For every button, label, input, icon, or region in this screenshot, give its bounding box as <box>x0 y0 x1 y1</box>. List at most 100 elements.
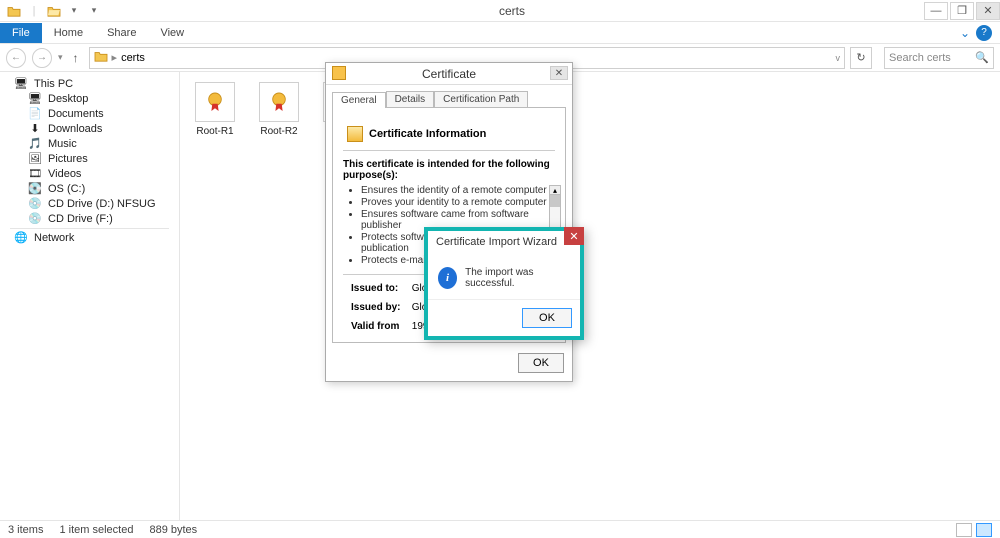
cd-icon: 💿 <box>28 212 42 226</box>
sidebar-this-pc[interactable]: 🖥 This PC <box>0 76 179 91</box>
qat-dropdown-icon[interactable]: ▾ <box>66 3 82 19</box>
search-input[interactable]: Search certs 🔍 <box>884 47 994 69</box>
status-size: 889 bytes <box>149 524 197 536</box>
qat-sep: | <box>26 3 42 19</box>
sidebar-item-cd-d[interactable]: 💿CD Drive (D:) NFSUG <box>0 196 179 211</box>
sidebar-network[interactable]: 🌐 Network <box>0 230 179 245</box>
status-selection: 1 item selected <box>59 524 133 536</box>
file-list[interactable]: Root-R1 Root-R2 Root-R3 <box>180 72 1000 520</box>
sidebar-item-cd-f[interactable]: 💿 CD Drive (F:) <box>0 211 179 226</box>
sidebar-item-desktop[interactable]: 🖥 Desktop <box>0 91 179 106</box>
forward-button[interactable]: → <box>32 48 52 68</box>
breadcrumb-current[interactable]: certs <box>121 52 145 64</box>
sidebar-item-label: OS (C:) <box>48 183 85 195</box>
cert-tab-details[interactable]: Details <box>386 91 435 107</box>
cert-title-icon <box>332 66 346 80</box>
refresh-button[interactable]: ↻ <box>850 47 872 69</box>
search-icon: 🔍 <box>975 51 989 64</box>
cert-tab-general[interactable]: General <box>332 92 386 108</box>
sidebar-item-label: Network <box>34 232 74 244</box>
wizard-body: i The import was successful. <box>428 253 580 299</box>
scroll-thumb[interactable] <box>550 195 560 207</box>
divider <box>343 150 555 151</box>
minimize-button[interactable]: — <box>924 2 948 20</box>
sidebar-item-downloads[interactable]: ⬇ Downloads <box>0 121 179 136</box>
folder-icon: 📄 <box>28 107 42 121</box>
import-wizard-dialog: Certificate Import Wizard ✕ i The import… <box>424 227 584 340</box>
sidebar-item-label: CD Drive (F:) <box>48 213 113 225</box>
folder-icon: ⬇ <box>28 122 42 136</box>
help-icon[interactable]: ? <box>976 25 992 41</box>
tab-share[interactable]: Share <box>95 23 148 43</box>
icons-view-button[interactable] <box>976 523 992 537</box>
window-buttons: — ❐ ✕ <box>922 2 1000 20</box>
address-folder-icon <box>94 50 108 65</box>
window-titlebar: | ▾ ▾ certs — ❐ ✕ <box>0 0 1000 22</box>
file-name: Root-R2 <box>256 126 302 137</box>
sidebar-item-documents[interactable]: 📄 Documents <box>0 106 179 121</box>
music-icon: 🎵 <box>28 137 42 151</box>
label: Valid from <box>351 321 409 332</box>
wizard-ok-button[interactable]: OK <box>522 308 572 328</box>
search-placeholder: Search certs <box>889 52 951 64</box>
file-item[interactable]: Root-R2 <box>256 82 302 137</box>
qat-chevron-icon[interactable]: ▾ <box>86 3 102 19</box>
sidebar-item-os-c[interactable]: 💽 OS (C:) <box>0 181 179 196</box>
cert-file-icon <box>195 82 235 122</box>
info-icon: i <box>438 267 457 289</box>
sidebar-item-label: Desktop <box>48 93 88 105</box>
file-item[interactable]: Root-R1 <box>192 82 238 137</box>
maximize-button[interactable]: ❐ <box>950 2 974 20</box>
wizard-title: Certificate Import Wizard <box>436 236 557 248</box>
certificate-close-button[interactable]: ✕ <box>550 66 568 80</box>
desktop-icon: 🖥 <box>28 92 42 106</box>
pictures-icon: 🖼 <box>28 152 42 166</box>
cert-file-icon <box>259 82 299 122</box>
ribbon: File Home Share View ⌄ ? <box>0 22 1000 44</box>
status-bar: 3 items 1 item selected 889 bytes <box>0 520 1000 538</box>
details-view-button[interactable] <box>956 523 972 537</box>
drive-icon: 💽 <box>28 182 42 196</box>
back-button[interactable]: ← <box>6 48 26 68</box>
cert-purpose-item: Ensures the identity of a remote compute… <box>361 185 555 196</box>
sidebar-item-music[interactable]: 🎵 Music <box>0 136 179 151</box>
sidebar-item-label: Videos <box>48 168 81 180</box>
wizard-message: The import was successful. <box>465 267 570 289</box>
certificate-ok-button[interactable]: OK <box>518 353 564 373</box>
ribbon-collapse-icon[interactable]: ⌄ <box>954 26 976 40</box>
status-item-count: 3 items <box>8 524 43 536</box>
up-button[interactable]: ↑ <box>69 51 83 65</box>
cert-info-icon <box>347 126 363 142</box>
label: Issued to: <box>351 283 409 294</box>
sidebar-item-label: CD Drive (D:) NFSUG <box>48 198 156 210</box>
wizard-titlebar[interactable]: Certificate Import Wizard ✕ <box>428 231 580 253</box>
scroll-up-button[interactable]: ▴ <box>549 185 561 195</box>
open-folder-icon[interactable] <box>46 3 62 19</box>
sidebar-item-label: Pictures <box>48 153 88 165</box>
cert-purpose-heading: This certificate is intended for the fol… <box>343 159 555 181</box>
sidebar-item-label: Music <box>48 138 77 150</box>
network-icon: 🌐 <box>14 231 28 245</box>
folder-icon <box>6 3 22 19</box>
sidebar-item-videos[interactable]: 🎞 Videos <box>0 166 179 181</box>
sidebar-item-label: Documents <box>48 108 104 120</box>
certificate-dialog-title: Certificate <box>422 67 476 81</box>
quick-access-toolbar: | ▾ ▾ <box>0 3 102 19</box>
address-dropdown-icon[interactable]: v <box>836 53 841 63</box>
certificate-dialog-titlebar[interactable]: Certificate ✕ <box>326 63 572 85</box>
sidebar-item-pictures[interactable]: 🖼 Pictures <box>0 151 179 166</box>
sidebar-item-label: Downloads <box>48 123 102 135</box>
history-dropdown-icon[interactable]: ▾ <box>58 52 63 63</box>
tab-view[interactable]: View <box>148 23 196 43</box>
tab-home[interactable]: Home <box>42 23 95 43</box>
cert-info-heading: Certificate Information <box>369 128 486 140</box>
wizard-close-button[interactable]: ✕ <box>564 227 584 245</box>
cert-tab-certpath[interactable]: Certification Path <box>434 91 528 107</box>
navigation-pane: 🖥 This PC 🖥 Desktop 📄 Documents ⬇ Downloads… <box>0 72 180 520</box>
close-button[interactable]: ✕ <box>976 2 1000 20</box>
breadcrumb-sep: ▸ <box>112 51 118 64</box>
sidebar-separator <box>10 228 169 229</box>
videos-icon: 🎞 <box>28 167 42 181</box>
pc-icon: 🖥 <box>14 77 28 91</box>
tab-file[interactable]: File <box>0 23 42 43</box>
